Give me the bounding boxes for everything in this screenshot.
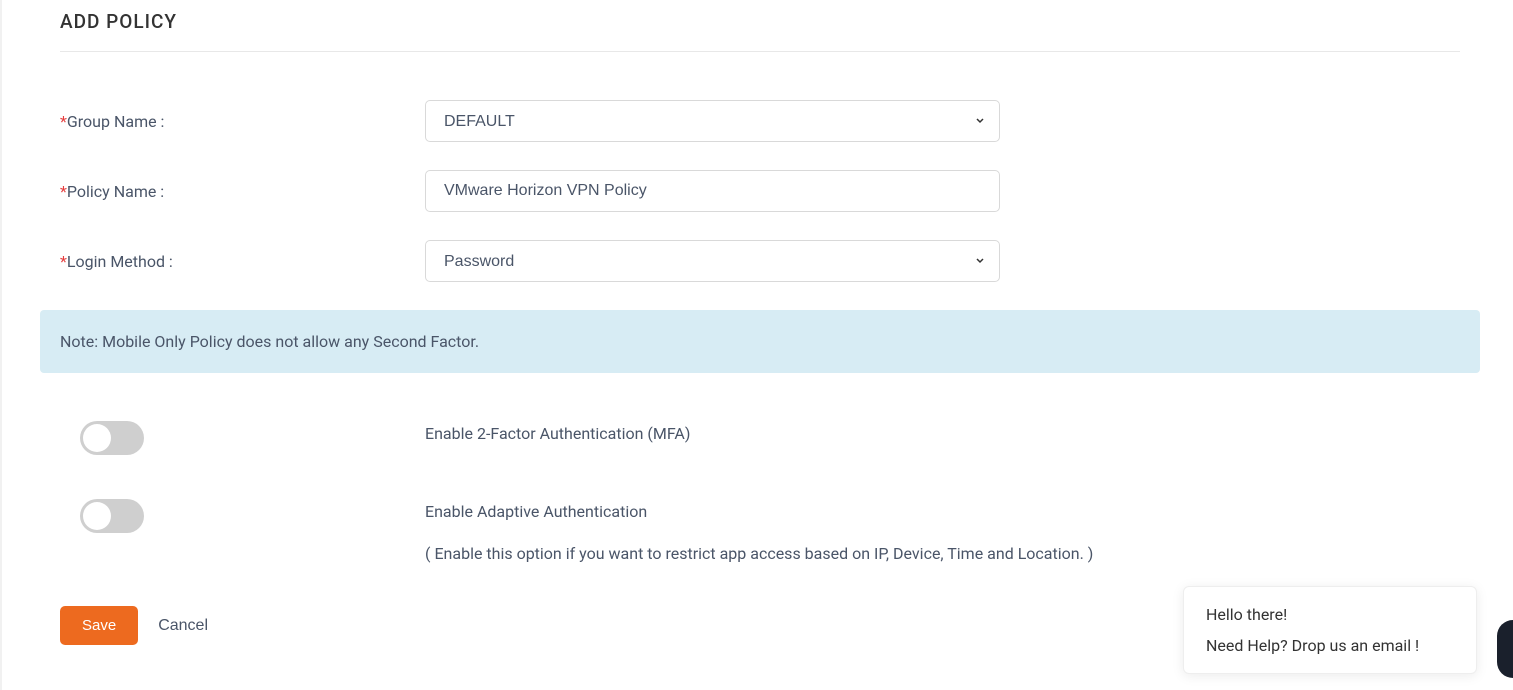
policy-name-label: *Policy Name : (60, 182, 425, 201)
group-name-label-text: Group Name : (67, 112, 165, 131)
toggle-knob (83, 424, 111, 452)
help-greeting: Hello there! (1206, 605, 1454, 624)
required-star: * (60, 252, 67, 271)
adaptive-toggle[interactable] (80, 499, 144, 533)
login-method-label-text: Login Method : (67, 252, 173, 271)
required-star: * (60, 182, 67, 201)
mfa-toggle[interactable] (80, 421, 144, 455)
adaptive-toggle-label: Enable Adaptive Authentication (425, 502, 647, 521)
chat-bubble-icon[interactable] (1497, 620, 1513, 678)
add-policy-page: ADD POLICY *Group Name : DEFAULT *Policy… (0, 0, 1480, 665)
save-button[interactable]: Save (60, 606, 138, 645)
login-method-row: *Login Method : Password (60, 240, 1460, 282)
login-method-select[interactable]: Password (425, 240, 1000, 282)
required-star: * (60, 112, 67, 131)
adaptive-toggle-row: Enable Adaptive Authentication ( Enable … (60, 499, 1460, 566)
group-name-row: *Group Name : DEFAULT (60, 100, 1460, 142)
adaptive-toggle-subtext: ( Enable this option if you want to rest… (425, 541, 1093, 567)
policy-name-input[interactable] (425, 170, 1000, 212)
group-name-label: *Group Name : (60, 112, 425, 131)
left-border (0, 0, 2, 690)
login-method-label: *Login Method : (60, 252, 425, 271)
cancel-button[interactable]: Cancel (158, 617, 208, 635)
help-message: Need Help? Drop us an email ! (1206, 636, 1454, 655)
info-note: Note: Mobile Only Policy does not allow … (40, 310, 1480, 373)
mfa-toggle-label: Enable 2-Factor Authentication (MFA) (425, 424, 690, 443)
policy-name-label-text: Policy Name : (67, 182, 164, 201)
mfa-toggle-row: Enable 2-Factor Authentication (MFA) (60, 421, 1460, 459)
title-divider (60, 51, 1460, 52)
policy-name-row: *Policy Name : (60, 170, 1460, 212)
help-popup[interactable]: Hello there! Need Help? Drop us an email… (1183, 586, 1477, 674)
group-name-select[interactable]: DEFAULT (425, 100, 1000, 142)
page-title: ADD POLICY (60, 10, 1460, 51)
toggle-knob (83, 502, 111, 530)
